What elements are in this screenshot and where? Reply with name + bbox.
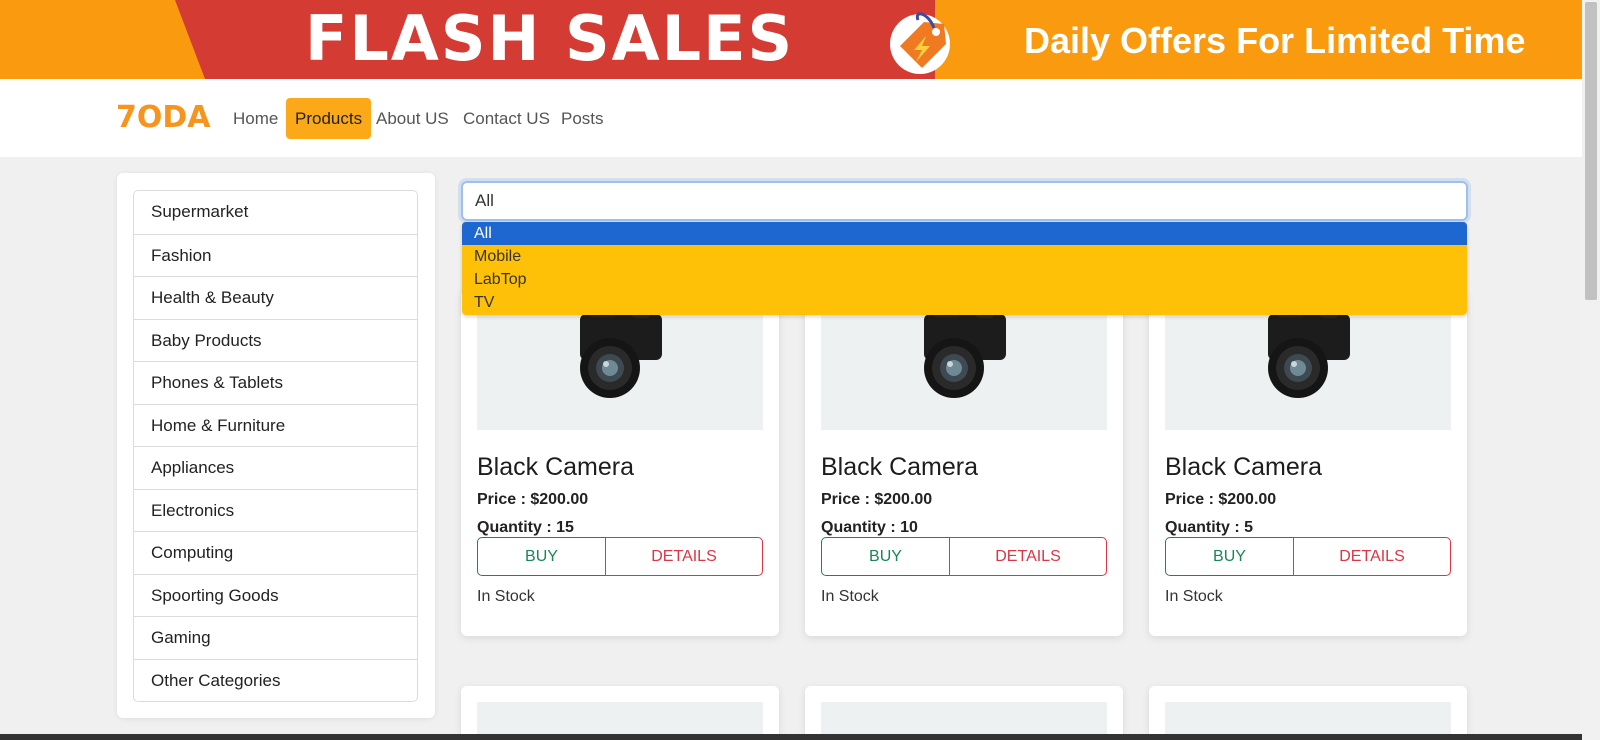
camera-image <box>1268 306 1350 398</box>
category-item-computing[interactable]: Computing <box>134 531 417 574</box>
product-actions: BUY DETAILS <box>477 537 763 576</box>
product-card: Black Camera Price : $200.00 Quantity : … <box>805 290 1123 636</box>
category-item-fashion[interactable]: Fashion <box>134 233 417 277</box>
product-card: Black Camera Price : $200.00 Quantity : … <box>1149 290 1467 636</box>
category-filter-dropdown: All Mobile LabTop TV <box>462 222 1467 315</box>
category-list: Supermarket Fashion Health & Beauty Baby… <box>133 190 418 702</box>
buy-button[interactable]: BUY <box>477 537 606 576</box>
category-item-appliances[interactable]: Appliances <box>134 446 417 489</box>
category-item-supermarket[interactable]: Supermarket <box>134 191 417 234</box>
category-item-baby-products[interactable]: Baby Products <box>134 318 417 362</box>
product-actions: BUY DETAILS <box>821 537 1107 576</box>
buy-button[interactable]: BUY <box>821 537 950 576</box>
category-item-other[interactable]: Other Categories <box>134 658 417 702</box>
nav-contact-us[interactable]: Contact US <box>454 98 559 139</box>
filter-option-all[interactable]: All <box>462 222 1467 245</box>
flash-sales-banner: FLASH SALES Daily Offers For Limited Tim… <box>0 0 1582 79</box>
product-actions: BUY DETAILS <box>1165 537 1451 576</box>
details-button[interactable]: DETAILS <box>949 537 1107 576</box>
nav-posts[interactable]: Posts <box>552 98 613 139</box>
bottom-edge <box>0 734 1582 740</box>
stock-status: In Stock <box>477 588 535 605</box>
category-item-health-beauty[interactable]: Health & Beauty <box>134 276 417 319</box>
filter-option-mobile[interactable]: Mobile <box>462 245 1467 268</box>
camera-image <box>580 306 662 398</box>
stock-status: In Stock <box>1165 588 1223 605</box>
navbar: 7ODA Home Products About US Contact US P… <box>0 79 1582 157</box>
product-card: Black Camera Price : $200.00 Quantity : … <box>461 290 779 636</box>
buy-button[interactable]: BUY <box>1165 537 1294 576</box>
camera-image <box>924 306 1006 398</box>
product-quantity: Quantity : 15 <box>477 519 574 536</box>
product-name: Black Camera <box>477 453 634 481</box>
banner-title: FLASH SALES <box>305 2 795 75</box>
sale-tag-icon <box>890 12 950 74</box>
scrollbar-thumb[interactable] <box>1585 2 1597 300</box>
product-card <box>461 686 779 740</box>
details-button[interactable]: DETAILS <box>1293 537 1451 576</box>
category-item-gaming[interactable]: Gaming <box>134 616 417 659</box>
stock-status: In Stock <box>821 588 879 605</box>
details-button[interactable]: DETAILS <box>605 537 763 576</box>
nav-home[interactable]: Home <box>224 98 287 139</box>
product-name: Black Camera <box>1165 453 1322 481</box>
category-item-home-furniture[interactable]: Home & Furniture <box>134 403 417 447</box>
page-scrollbar[interactable] <box>1582 0 1600 740</box>
nav-about-us[interactable]: About US <box>367 98 458 139</box>
category-filter-select[interactable]: All <box>461 181 1468 221</box>
category-item-electronics[interactable]: Electronics <box>134 488 417 532</box>
product-name: Black Camera <box>821 453 978 481</box>
category-sidebar: Supermarket Fashion Health & Beauty Baby… <box>117 173 435 718</box>
category-item-phones-tablets[interactable]: Phones & Tablets <box>134 361 417 404</box>
category-item-sporting-goods[interactable]: Spoorting Goods <box>134 573 417 617</box>
product-card <box>1149 686 1467 740</box>
product-price: Price : $200.00 <box>1165 491 1277 508</box>
product-price: Price : $200.00 <box>821 491 933 508</box>
product-price: Price : $200.00 <box>477 491 589 508</box>
banner-subtitle: Daily Offers For Limited Time <box>1024 20 1526 61</box>
filter-option-tv[interactable]: TV <box>462 291 1467 314</box>
product-quantity: Quantity : 10 <box>821 519 918 536</box>
filter-option-labtop[interactable]: LabTop <box>462 268 1467 291</box>
product-card <box>805 686 1123 740</box>
product-quantity: Quantity : 5 <box>1165 519 1254 536</box>
brand-logo[interactable]: 7ODA <box>116 100 211 135</box>
nav-products[interactable]: Products <box>286 98 372 139</box>
